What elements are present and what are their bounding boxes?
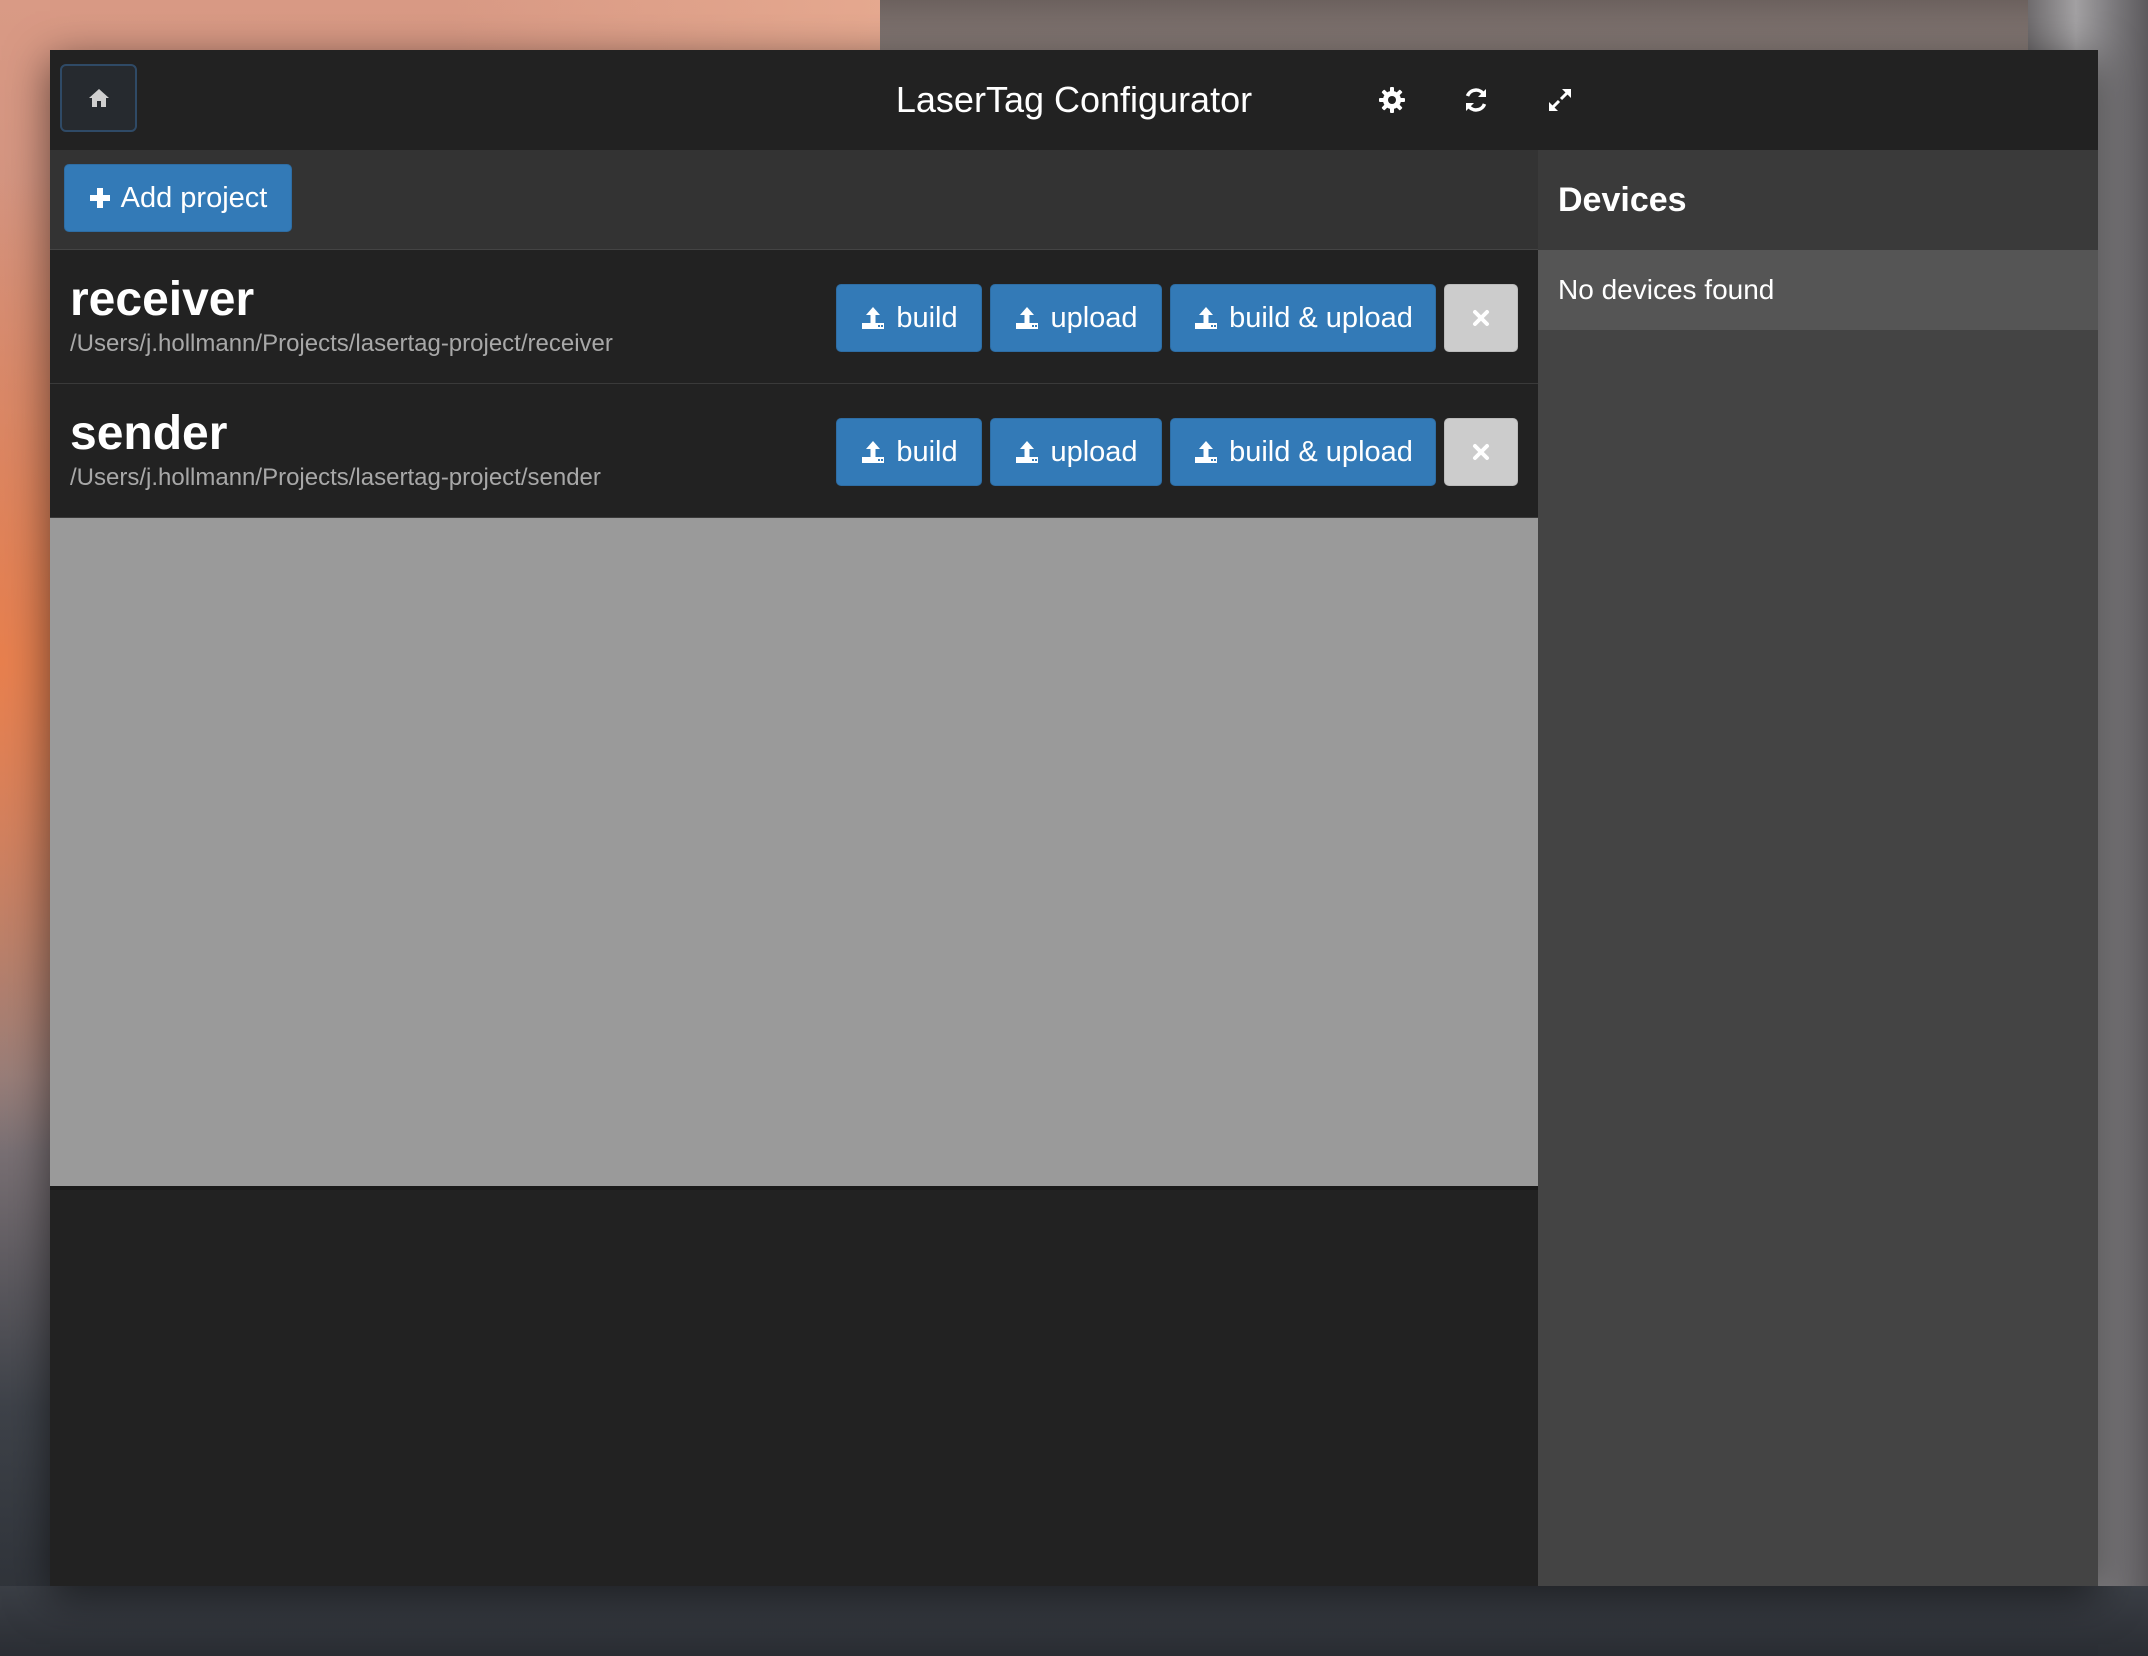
upload-label: upload (1050, 435, 1138, 468)
home-icon (88, 89, 109, 107)
no-devices-message: No devices found (1538, 250, 2098, 330)
upload-button[interactable]: upload (990, 418, 1162, 486)
close-icon (1473, 444, 1489, 460)
project-path: /Users/j.hollmann/Projects/lasertag-proj… (70, 330, 613, 357)
upload-icon (1195, 307, 1218, 329)
add-project-button[interactable]: Add project (64, 164, 292, 232)
build-upload-button[interactable]: build & upload (1170, 418, 1436, 486)
upload-icon (862, 441, 885, 463)
upload-icon (1195, 441, 1218, 463)
upload-button[interactable]: upload (990, 284, 1162, 352)
build-button[interactable]: build (836, 418, 982, 486)
project-row-receiver: receiver /Users/j.hollmann/Projects/lase… (50, 250, 1538, 384)
close-icon (1473, 310, 1489, 326)
settings-button[interactable] (1372, 80, 1412, 120)
build-upload-label: build & upload (1229, 301, 1413, 334)
build-label: build (896, 301, 958, 334)
upload-icon (1016, 307, 1039, 329)
refresh-icon (1465, 88, 1487, 112)
empty-projects-area (50, 518, 1538, 1186)
expand-icon (1549, 89, 1571, 111)
add-project-label: Add project (120, 181, 268, 214)
app-title: LaserTag Configurator (895, 79, 1253, 120)
project-row-sender: sender /Users/j.hollmann/Projects/lasert… (50, 384, 1538, 518)
upload-icon (1016, 441, 1039, 463)
project-path: /Users/j.hollmann/Projects/lasertag-proj… (70, 464, 601, 491)
titlebar: LaserTag Configurator (50, 50, 2098, 150)
remove-project-button[interactable] (1444, 418, 1518, 486)
upload-label: upload (1050, 301, 1138, 334)
plus-icon (89, 188, 110, 208)
build-label: build (896, 435, 958, 468)
app-window: LaserTag Configurator Add project receiv… (50, 50, 2098, 1586)
upload-icon (862, 307, 885, 329)
refresh-button[interactable] (1456, 80, 1496, 120)
remove-project-button[interactable] (1444, 284, 1518, 352)
project-name: sender (70, 407, 228, 460)
devices-title: Devices (1538, 150, 2098, 250)
projects-toolbar: Add project (50, 150, 1538, 250)
fullscreen-button[interactable] (1540, 80, 1580, 120)
desktop-ground (0, 1586, 2148, 1656)
build-button[interactable]: build (836, 284, 982, 352)
gear-icon (1379, 87, 1405, 113)
projects-panel: Add project receiver /Users/j.hollmann/P… (50, 150, 1538, 1586)
log-area (50, 1186, 1538, 1586)
build-upload-button[interactable]: build & upload (1170, 284, 1436, 352)
devices-sidebar: Devices No devices found (1538, 150, 2098, 1586)
home-button[interactable] (60, 64, 137, 132)
build-upload-label: build & upload (1229, 435, 1413, 468)
project-name: receiver (70, 273, 255, 326)
